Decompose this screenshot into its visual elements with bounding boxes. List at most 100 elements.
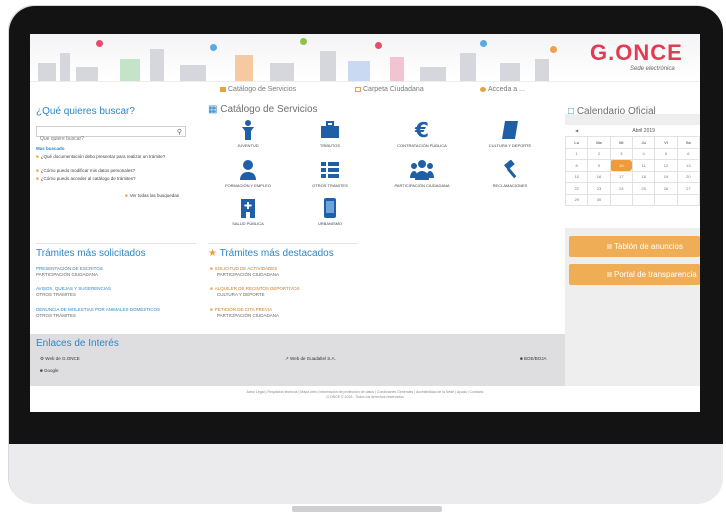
calendar-day[interactable]: 2 <box>587 147 611 160</box>
calendar-day[interactable]: 27 <box>676 182 700 195</box>
calendar-day[interactable]: 30 <box>587 193 611 206</box>
calendar-day[interactable]: 13 <box>676 159 700 172</box>
svg-text:€: € <box>414 120 429 140</box>
calendar-title: □ Calendario Oficial <box>568 106 656 117</box>
user-icon <box>240 160 256 180</box>
service-cultura[interactable]: CULTURA Y DEPORTE <box>475 120 545 148</box>
screen: G.ONCE Sede electrónica Catálogo de Serv… <box>30 34 700 412</box>
service-juventud[interactable]: JUVENTUD <box>213 120 283 148</box>
banner-dot <box>375 42 382 49</box>
calendar-day[interactable]: 10 <box>609 159 633 172</box>
banner-building <box>180 65 206 81</box>
calendar-day <box>676 193 700 206</box>
calendar-day[interactable]: 17 <box>609 170 633 183</box>
service-participacion[interactable]: PARTICIPACIÓN CIUDADANA <box>387 160 457 188</box>
calendar-day[interactable]: 26 <box>654 182 678 195</box>
monitor-chin <box>9 444 723 504</box>
divider <box>36 243 196 244</box>
banner-building <box>320 51 336 81</box>
search-input[interactable] <box>37 134 167 144</box>
destacados-item[interactable]: ■ PETICIÓN DE CITA PREVIA PARTICIPACIÓN C… <box>210 307 279 318</box>
calendar-day[interactable]: 15 <box>564 170 589 183</box>
calendar-day[interactable]: 6 <box>676 147 700 160</box>
destacados-title: ★ Trámites más destacados <box>208 248 334 259</box>
calendar-day[interactable]: 1 <box>564 147 589 160</box>
solicitados-item[interactable]: AVISOS, QUEJAS Y SUGERENCIAS OTROS TRÁMI… <box>36 286 111 297</box>
brand-logo[interactable]: G.ONCE <box>590 40 683 66</box>
bullet-icon: ■ <box>36 154 39 159</box>
calendar-day[interactable]: 29 <box>564 193 589 206</box>
enlace-boe[interactable]: ■ BOE/BOJA <box>520 356 546 361</box>
bullet-icon: ■ <box>210 307 213 312</box>
calendar-prev-button[interactable]: ◀ <box>566 125 588 137</box>
banner-dot <box>550 46 557 53</box>
search-box[interactable]: ⚲ <box>36 126 186 144</box>
bullet-icon: ■ <box>210 266 213 271</box>
faq-item[interactable]: ■ ¿Qué documentación debo presentar para … <box>36 154 186 160</box>
calendar-day[interactable]: 16 <box>587 170 611 183</box>
service-salud[interactable]: SALUD PÚBLICA <box>213 198 283 226</box>
calendar-day <box>654 193 678 206</box>
banner-building <box>76 67 98 81</box>
calendar-day[interactable]: 12 <box>654 159 678 172</box>
calendar-day <box>609 193 633 206</box>
enlace-google[interactable]: ■ Google <box>40 368 58 373</box>
calendar-day[interactable]: 9 <box>587 159 611 172</box>
calendar-day[interactable]: 5 <box>654 147 678 160</box>
calendar-day[interactable]: 18 <box>631 170 656 183</box>
solicitados-item[interactable]: DENUNCIA DE MOLESTIAS POR ANIMALES DOMÉS… <box>36 307 160 318</box>
service-tributos[interactable]: TRIBUTOS <box>295 120 365 148</box>
service-contratacion[interactable]: € CONTRATACIÓN PÚBLICA <box>387 120 457 148</box>
bullet-icon: ■ <box>36 176 39 181</box>
hospital-icon <box>241 199 255 218</box>
calendar-day[interactable]: 22 <box>564 182 589 195</box>
banner-building <box>235 55 253 81</box>
calendar-weekday: Lu <box>564 136 589 149</box>
destacados-item[interactable]: ■ ALQUILER DE RECINTOS DEPORTIVOS CULTURA… <box>210 286 300 297</box>
banner-dot <box>96 40 103 47</box>
group-icon <box>410 160 434 180</box>
enlaces-section: Enlaces de Interés ⚙ Web de G.ONCE ↗ Web… <box>30 334 565 386</box>
service-otros[interactable]: OTROS TRÁMITES <box>295 160 365 188</box>
banner-building <box>420 67 446 81</box>
nav-carpeta[interactable]: Carpeta Ciudadana <box>355 86 424 93</box>
tablon-anuncios-button[interactable]: Tablón de anuncios <box>569 236 700 257</box>
enlace-gonce[interactable]: ⚙ Web de G.ONCE <box>40 356 80 362</box>
banner-building <box>390 57 404 81</box>
banner-building <box>535 59 549 81</box>
banner-building <box>460 53 476 81</box>
all-searches-link[interactable]: ■ Ver todas las busquedas <box>125 193 179 199</box>
banner-building <box>270 63 294 81</box>
banner-building <box>150 49 164 81</box>
nav-catalogo[interactable]: Catálogo de Servicios <box>220 86 296 93</box>
board-icon <box>607 244 612 250</box>
calendar-day[interactable]: 24 <box>609 182 633 195</box>
service-formacion[interactable]: FORMACIÓN Y EMPLEO <box>213 160 283 188</box>
banner-building <box>38 63 56 81</box>
service-urbanismo[interactable]: URBANISMO <box>295 198 365 226</box>
enlace-guadaltel[interactable]: ↗ Web de Guadaltel S.A. <box>285 356 336 362</box>
monitor-stand <box>292 506 442 512</box>
portal-transparencia-button[interactable]: Portal de transparencia <box>569 264 700 285</box>
calendar-day[interactable]: 19 <box>654 170 678 183</box>
calendar-day[interactable]: 4 <box>631 147 656 160</box>
header-banner: G.ONCE Sede electrónica <box>30 34 700 82</box>
search-icon[interactable]: ⚲ <box>177 128 182 136</box>
faq-item[interactable]: ■ ¿Cómo puedo acceder al catálogo de trám… <box>36 176 186 182</box>
nav-acceda[interactable]: Acceda a ... <box>480 86 525 93</box>
calendar-day[interactable]: 20 <box>676 170 700 183</box>
destacados-item[interactable]: ■ SOLICITUD DE ACTIVIDADES PARTICIPACIÓN … <box>210 266 279 277</box>
calendar-day[interactable]: 3 <box>609 147 633 160</box>
calendar-weekday: Ma <box>587 136 611 149</box>
faq-item[interactable]: ■ ¿Cómo puedo modificar mis datos persona… <box>36 168 186 174</box>
star-icon: ★ <box>208 248 217 259</box>
calendar-day[interactable]: 8 <box>564 159 589 172</box>
faq-title: Mas buscado <box>36 146 65 151</box>
service-reclamaciones[interactable]: RECLAMACIONES <box>475 160 545 188</box>
calendar-day[interactable]: 23 <box>587 182 611 195</box>
calendar-day[interactable]: 11 <box>631 159 656 172</box>
solicitados-item[interactable]: PRESENTACIÓN DE ESCRITOS PARTICIPACIÓN C… <box>36 266 103 277</box>
calendar-day[interactable]: 25 <box>631 182 656 195</box>
grid-icon <box>220 86 226 92</box>
portal-icon <box>607 272 612 278</box>
